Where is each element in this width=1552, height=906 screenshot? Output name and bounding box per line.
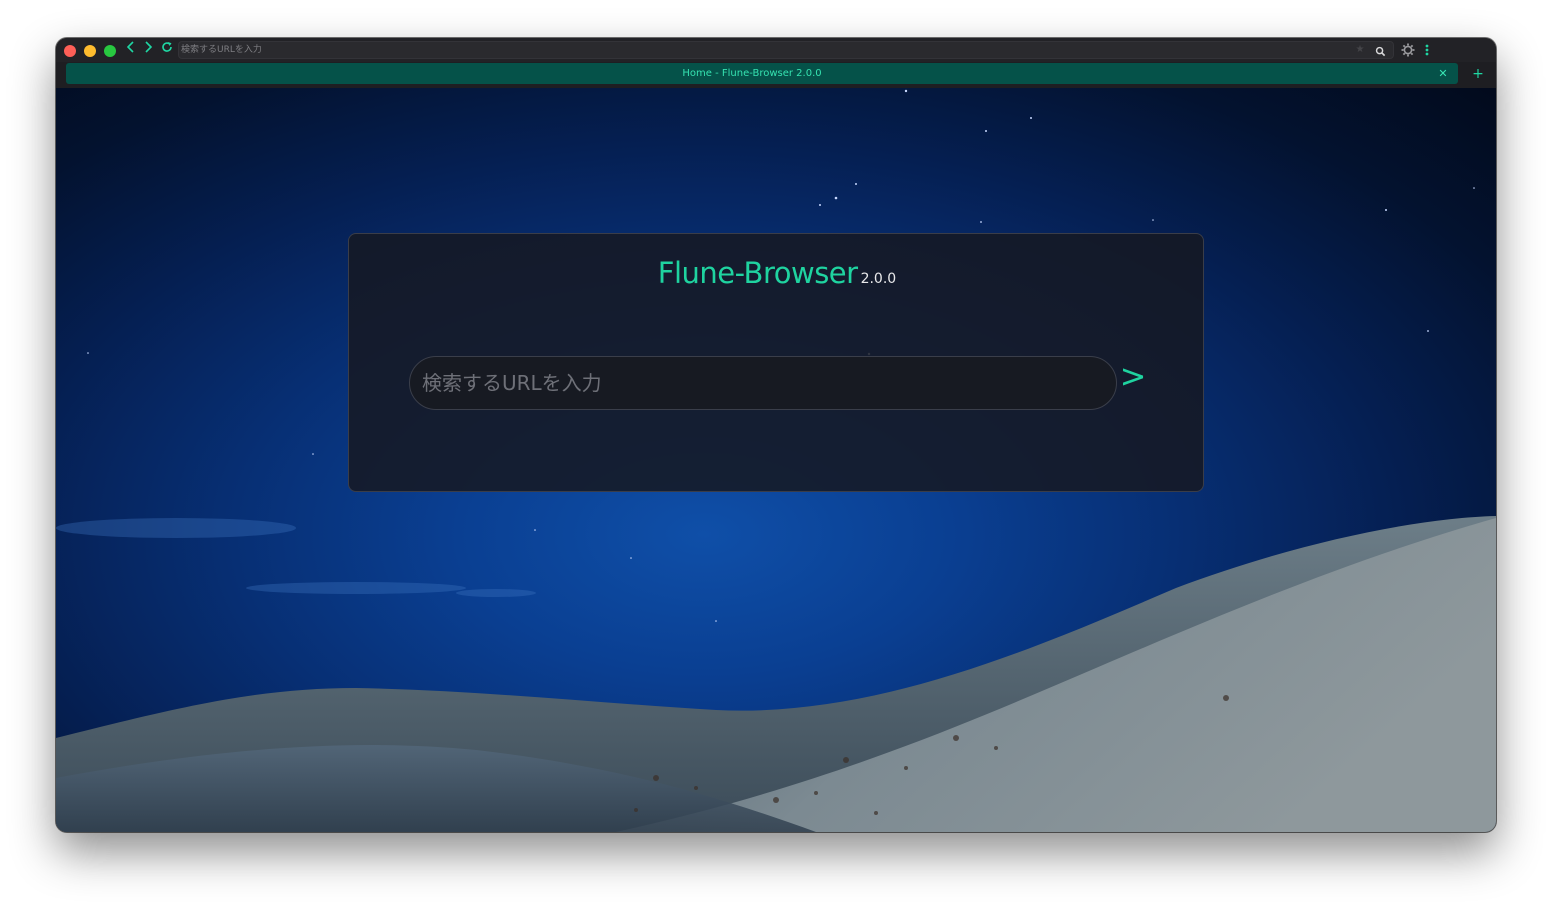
window-minimize-button[interactable] xyxy=(84,45,96,57)
reload-icon xyxy=(162,42,172,52)
window-maximize-button[interactable] xyxy=(104,45,116,57)
search-box xyxy=(409,356,1117,410)
gear-icon[interactable] xyxy=(1401,42,1415,57)
zoom-icon[interactable] xyxy=(1375,42,1389,58)
chevron-right-icon xyxy=(145,41,153,53)
new-tab-button[interactable]: + xyxy=(1470,64,1486,84)
brand-name: Flune-Browser xyxy=(657,256,858,290)
back-button[interactable] xyxy=(124,40,138,60)
brand-title: Flune-Browser 2.0.0 xyxy=(349,256,1205,290)
more-vertical-icon[interactable] xyxy=(1422,41,1432,59)
go-button[interactable]: > xyxy=(1117,354,1149,398)
window-close-button[interactable] xyxy=(64,45,76,57)
star-icon[interactable]: ★ xyxy=(1353,42,1367,58)
browser-window: ★ Home - Flune-Browser 2.0.0 ✕ + xyxy=(56,38,1496,832)
tab-close-icon[interactable]: ✕ xyxy=(1436,63,1450,84)
forward-button[interactable] xyxy=(141,40,155,60)
title-bar: ★ xyxy=(56,38,1496,62)
search-input[interactable] xyxy=(422,357,1102,409)
reload-button[interactable] xyxy=(160,40,174,60)
address-bar: ★ xyxy=(178,41,1394,59)
brand-version: 2.0.0 xyxy=(860,271,897,287)
start-card: Flune-Browser2.0.0 > xyxy=(348,233,1204,492)
chevron-left-icon xyxy=(126,41,134,53)
tab-home[interactable]: Home - Flune-Browser 2.0.0 ✕ xyxy=(66,63,1458,84)
tab-strip: Home - Flune-Browser 2.0.0 ✕ + xyxy=(56,62,1496,88)
address-input[interactable] xyxy=(181,42,1341,58)
tab-title: Home - Flune-Browser 2.0.0 xyxy=(682,68,822,79)
home-page: Flune-Browser2.0.0 > xyxy=(56,88,1496,832)
